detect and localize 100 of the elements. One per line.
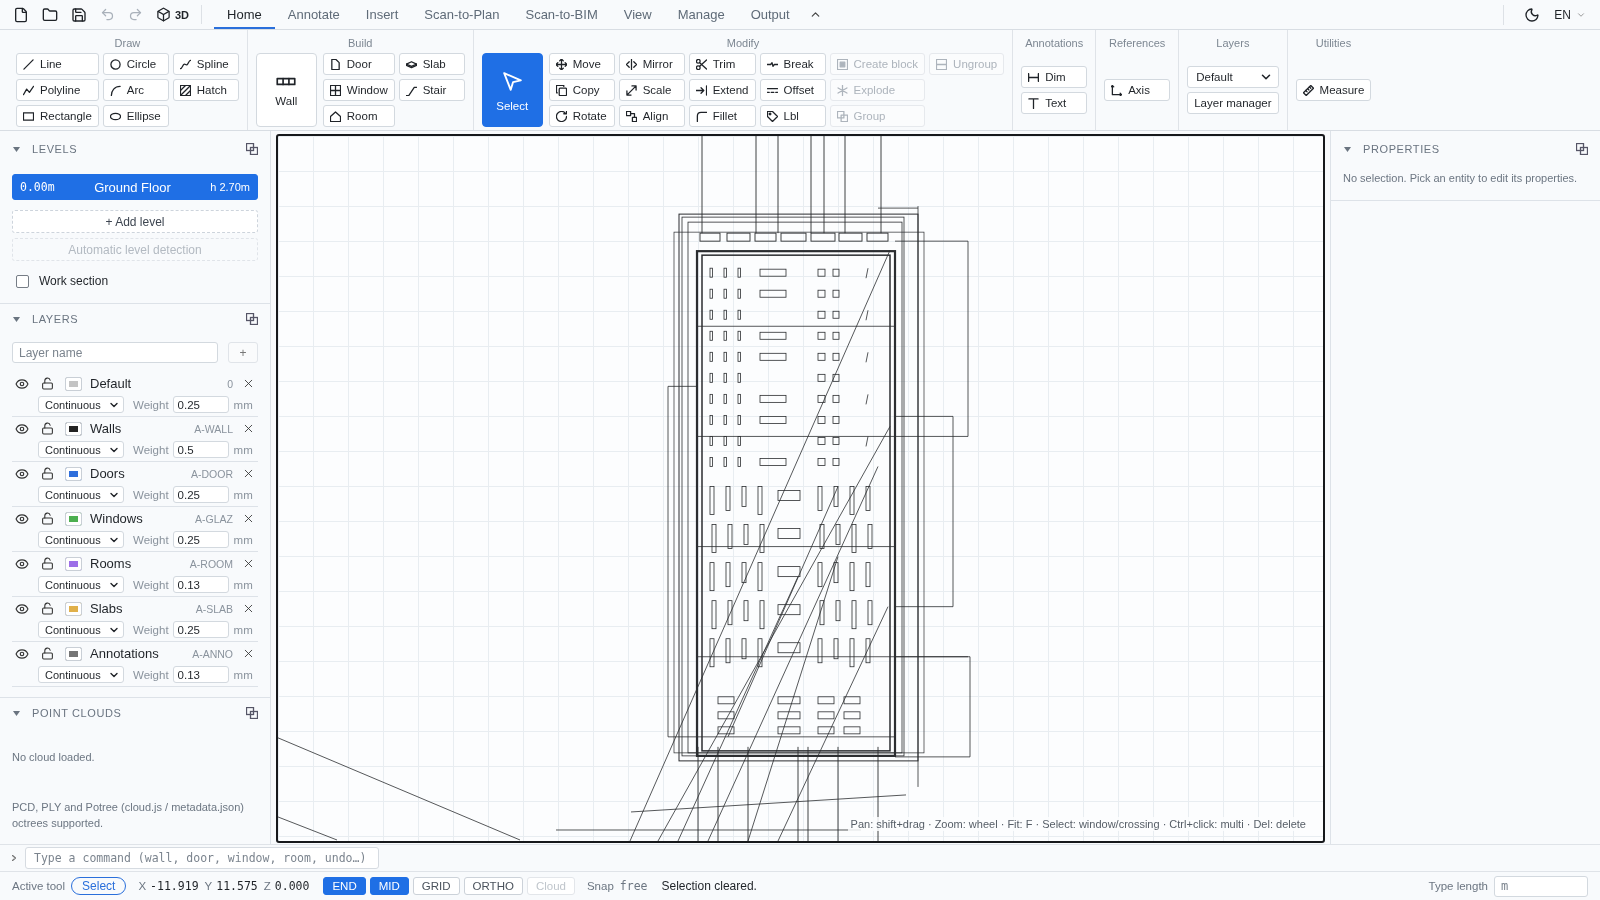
moon-icon[interactable] (1524, 6, 1541, 23)
close-icon[interactable] (242, 647, 255, 660)
open-lock-icon[interactable] (41, 467, 54, 480)
color-swatch-icon[interactable] (65, 556, 82, 571)
tool-button[interactable]: Align (618, 105, 685, 127)
open-lock-icon[interactable] (41, 557, 54, 570)
weight-field[interactable]: 0.25 (172, 621, 229, 638)
color-swatch-icon[interactable] (65, 511, 82, 526)
new-file-icon[interactable] (13, 6, 29, 23)
ribbon-tab[interactable]: Manage (664, 0, 738, 29)
tool-button[interactable]: Line (16, 53, 99, 75)
tool-button[interactable]: Rectangle (16, 105, 99, 127)
open-lock-icon[interactable] (41, 602, 54, 615)
level-row[interactable]: 0.00m Ground Floor h 2.70m (12, 174, 258, 200)
linetype-dropdown[interactable]: Continuous (38, 576, 124, 593)
eye-icon[interactable] (15, 601, 29, 616)
tool-button[interactable]: Stair (398, 79, 465, 101)
tool-button[interactable]: Ellipse (102, 105, 169, 127)
weight-field[interactable]: 0.5 (172, 441, 229, 458)
caret-icon[interactable] (13, 146, 20, 152)
tool-button[interactable]: Axis (1104, 79, 1171, 101)
tool-button[interactable]: Door (322, 53, 395, 75)
tool-button[interactable]: Hatch (172, 79, 239, 101)
color-swatch-icon[interactable] (65, 601, 82, 616)
open-lock-icon[interactable] (41, 422, 54, 435)
tool-button[interactable]: Circle (102, 53, 169, 75)
tool-button[interactable]: Copy (548, 79, 615, 101)
close-icon[interactable] (242, 467, 255, 480)
ribbon-tab[interactable]: Output (737, 0, 803, 29)
overlapping-squares-icon[interactable] (246, 313, 258, 325)
tool-button[interactable]: Trim (688, 53, 756, 75)
large-tool-button[interactable]: Select (481, 53, 543, 127)
ribbon-tab[interactable]: Scan-to-Plan (411, 0, 513, 29)
folder-icon[interactable] (42, 6, 58, 23)
tool-button[interactable]: Layer manager (1187, 92, 1279, 114)
tool-button[interactable]: Spline (172, 53, 239, 75)
linetype-dropdown[interactable]: Continuous (38, 531, 124, 548)
layer-name-field[interactable]: Layer name (12, 342, 218, 363)
weight-field[interactable]: 0.13 (172, 576, 229, 593)
color-swatch-icon[interactable] (65, 466, 82, 481)
length-field[interactable]: m (1494, 875, 1588, 897)
eye-icon[interactable] (15, 421, 29, 436)
eye-icon[interactable] (15, 466, 29, 481)
weight-field[interactable]: 0.25 (172, 531, 229, 548)
ribbon-tab[interactable]: Annotate (274, 0, 353, 29)
tool-button[interactable]: Window (322, 79, 395, 101)
weight-field[interactable]: 0.13 (172, 666, 229, 683)
tool-button[interactable]: Slab (398, 53, 465, 75)
tool-button[interactable]: Polyline (16, 79, 99, 101)
caret-icon[interactable] (1344, 146, 1351, 152)
color-swatch-icon[interactable] (65, 646, 82, 661)
open-lock-icon[interactable] (41, 377, 54, 390)
snap-toggle[interactable]: END (323, 877, 366, 895)
snap-toggle[interactable]: GRID (412, 877, 460, 895)
close-icon[interactable] (242, 377, 255, 390)
caret-icon[interactable] (13, 316, 20, 322)
tool-button[interactable]: Offset (759, 79, 826, 101)
close-icon[interactable] (242, 557, 255, 570)
language-button[interactable]: EN (1554, 7, 1586, 22)
tool-button[interactable]: Move (548, 53, 615, 75)
ribbon-tab[interactable]: Scan-to-BIM (512, 0, 611, 29)
tool-button[interactable]: Mirror (618, 53, 685, 75)
tool-button[interactable]: Fillet (688, 105, 756, 127)
eye-icon[interactable] (15, 646, 29, 661)
linetype-dropdown[interactable]: Continuous (38, 396, 124, 413)
layer-dropdown[interactable]: Default (1187, 66, 1279, 88)
tool-button[interactable]: Dim (1021, 66, 1088, 88)
open-lock-icon[interactable] (41, 647, 54, 660)
command-field[interactable]: Type a command (wall, door, window, room, undo…) (25, 847, 379, 869)
add-level-button[interactable]: + Add level (12, 210, 258, 233)
tool-button[interactable]: Break (759, 53, 826, 75)
tool-button[interactable]: Lbl (759, 105, 826, 127)
tool-button[interactable]: Arc (102, 79, 169, 101)
overlapping-squares-icon[interactable] (1576, 143, 1588, 155)
tool-button[interactable]: Rotate (548, 105, 615, 127)
ribbon-tab[interactable]: View (610, 0, 665, 29)
ribbon-tab[interactable]: Insert (352, 0, 412, 29)
save-icon[interactable] (71, 6, 87, 23)
drawing-canvas[interactable]: Pan: shift+drag · Zoom: wheel · Fit: F · Select: window/crossing · Ctrl+click: multi · Del: delete (276, 134, 1325, 843)
close-icon[interactable] (242, 422, 255, 435)
large-tool-button[interactable]: Wall (255, 53, 317, 127)
view-3d-button[interactable]: 3D (156, 4, 190, 25)
eye-icon[interactable] (15, 556, 29, 571)
snap-toggle[interactable]: MID (369, 877, 409, 895)
tool-button[interactable]: Scale (618, 79, 685, 101)
tool-button[interactable]: Measure (1295, 79, 1372, 101)
linetype-dropdown[interactable]: Continuous (38, 486, 124, 503)
linetype-dropdown[interactable]: Continuous (38, 621, 124, 638)
color-swatch-icon[interactable] (65, 376, 82, 391)
snap-toggle[interactable]: ORTHO (463, 877, 523, 895)
linetype-dropdown[interactable]: Continuous (38, 666, 124, 683)
weight-field[interactable]: 0.25 (172, 396, 229, 413)
tool-button[interactable]: Extend (688, 79, 756, 101)
tool-button[interactable]: Room (322, 105, 395, 127)
overlapping-squares-icon[interactable] (246, 143, 258, 155)
ribbon-tab[interactable]: Home (214, 0, 275, 29)
color-swatch-icon[interactable] (65, 421, 82, 436)
linetype-dropdown[interactable]: Continuous (38, 441, 124, 458)
weight-field[interactable]: 0.25 (172, 486, 229, 503)
close-icon[interactable] (242, 512, 255, 525)
